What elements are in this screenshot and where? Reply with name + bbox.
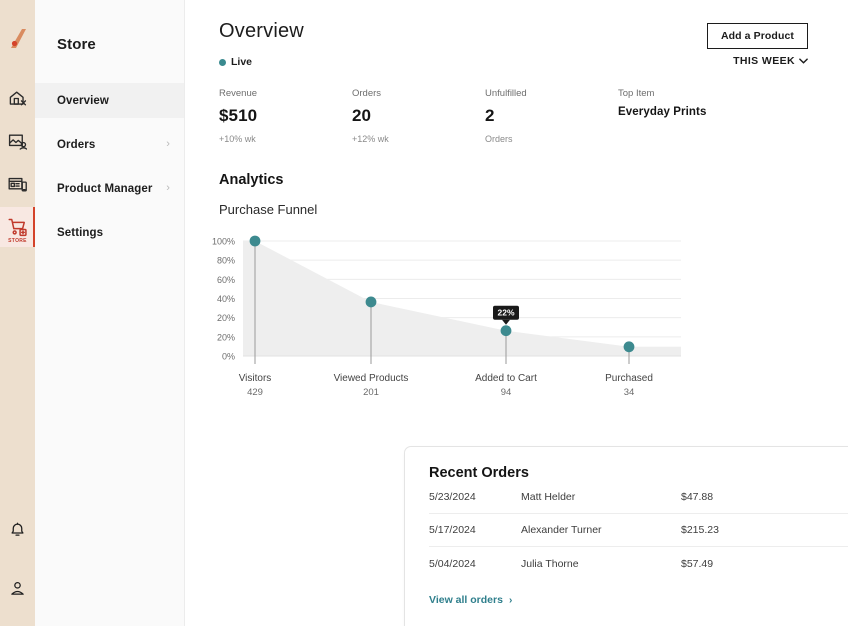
home-dashboard-icon (8, 89, 27, 108)
stat-label: Unfulfilled (485, 88, 527, 99)
sidebar-item-label: Overview (57, 94, 109, 107)
funnel-category-label: Visitors (239, 373, 272, 384)
add-product-button[interactable]: Add a Product (706, 23, 808, 49)
funnel-category-label: Viewed Products (334, 373, 409, 384)
sidebar-title: Store (57, 36, 96, 53)
funnel-svg: 100% 80% 60% 40% 20% 20% 0% Visitors 429 Viewed P… (212, 235, 681, 398)
chevron-right-icon: › (166, 182, 170, 194)
order-amount: $47.88 (681, 491, 714, 503)
order-date: 5/04/2024 (429, 557, 476, 570)
bell-icon (9, 522, 26, 539)
table-row[interactable]: 5/17/2024 Alexander Turner $215.23 › (429, 514, 848, 547)
stat-label: Top Item (618, 88, 655, 99)
funnel-category-label: Added to Cart (475, 373, 537, 384)
date-range-label: THIS WEEK (733, 55, 795, 67)
svg-text:22%: 22% (497, 308, 514, 318)
chart-title: Purchase Funnel (219, 202, 318, 217)
rail-item-site-builder[interactable] (0, 164, 35, 204)
sidebar-item-settings[interactable]: Settings (35, 215, 184, 250)
sidebar-nav: Overview Orders › Product Manager › Sett… (35, 83, 184, 250)
order-amount: $57.49 (681, 557, 714, 570)
order-customer: Alexander Turner (521, 524, 602, 536)
rail-store-label: STORE (8, 238, 27, 244)
stat-value: 20 (352, 106, 372, 125)
funnel-count-label: 34 (624, 387, 635, 398)
funnel-count-label: 201 (363, 387, 379, 398)
brand-logo[interactable] (5, 26, 31, 52)
stat-card-unfulfilled: Unfulfilled 2 Orders (485, 88, 618, 144)
funnel-data-point[interactable] (623, 341, 635, 353)
stats-row: Revenue $510 +10% wk Orders 20 +12% wk U… (185, 68, 848, 144)
site-builder-icon (8, 175, 27, 194)
stat-label: Revenue (219, 88, 258, 99)
funnel-data-point[interactable] (500, 325, 512, 337)
status-dot-icon (219, 58, 226, 66)
sidebar-item-product-manager[interactable]: Product Manager › (35, 171, 184, 206)
rail-item-home-dashboard[interactable] (0, 78, 35, 118)
status-badge: Live (219, 56, 808, 68)
chevron-right-icon: › (166, 138, 170, 150)
table-row[interactable]: 5/04/2024 Julia Thorne $57.49 › (429, 547, 848, 580)
rail-bottom-group (0, 510, 35, 626)
order-amount: $215.23 (681, 524, 719, 536)
funnel-count-label: 429 (247, 387, 263, 398)
order-customer: Matt Helder (521, 491, 576, 503)
stat-label: Orders (352, 88, 382, 99)
chart-ytick-label: 60% (217, 275, 235, 285)
purchase-funnel-chart: 100% 80% 60% 40% 20% 20% 0% Visitors 429 Viewed P… (185, 227, 848, 402)
sidebar-item-label: Orders (57, 138, 96, 151)
rail-item-store[interactable]: STORE (0, 207, 35, 247)
funnel-data-point[interactable] (365, 296, 377, 308)
app-root: STORE Store Overview Orders › Product Ma… (0, 0, 848, 626)
sidebar: Store Overview Orders › Product Manager … (35, 0, 185, 626)
view-all-orders-link[interactable]: View all orders › (405, 580, 848, 606)
stat-card-orders: Orders 20 +12% wk (352, 88, 485, 144)
order-date: 5/17/2024 (429, 524, 476, 536)
sidebar-item-label: Settings (57, 226, 104, 239)
rail-item-gallery-media[interactable] (0, 121, 35, 161)
order-customer: Julia Thorne (521, 557, 579, 570)
funnel-tooltip: 22% (493, 305, 519, 325)
sidebar-item-orders[interactable]: Orders › (35, 127, 184, 162)
rail-item-account[interactable] (0, 568, 35, 608)
funnel-category-label: Purchased (605, 373, 653, 384)
chart-ytick-label: 0% (222, 352, 235, 362)
recent-orders-title: Recent Orders (429, 465, 529, 481)
account-person-icon (9, 580, 26, 597)
stat-sublabel: Orders (485, 134, 513, 144)
chart-ytick-label: 100% (212, 237, 235, 247)
chart-ytick-label: 40% (217, 294, 235, 304)
funnel-data-point[interactable] (249, 235, 261, 247)
icon-rail: STORE (0, 0, 35, 626)
stat-value: Everyday Prints (618, 106, 707, 118)
table-row[interactable]: 5/23/2024 Matt Helder $47.88 › (429, 481, 848, 514)
store-cart-icon (8, 217, 28, 237)
stat-value: 2 (485, 106, 495, 125)
page-header: Overview Live Add a Product THIS WEEK (185, 0, 848, 68)
sidebar-item-label: Product Manager (57, 182, 153, 195)
view-all-orders-label: View all orders (429, 594, 503, 606)
stat-sublabel: +10% wk (219, 134, 256, 144)
chart-ytick-label: 80% (217, 256, 235, 266)
chart-ytick-label: 20% (217, 313, 235, 323)
stat-card-top-item: Top Item Everyday Prints (618, 88, 706, 144)
rail-item-notifications[interactable] (0, 510, 35, 550)
analytics-section-title: Analytics (219, 172, 284, 188)
stat-sublabel: +12% wk (352, 134, 389, 144)
status-label: Live (231, 56, 253, 68)
stat-value: $510 (219, 106, 258, 125)
gallery-media-icon (8, 132, 27, 151)
chart-ytick-label: 20% (217, 332, 235, 342)
date-range-selector[interactable]: THIS WEEK (733, 55, 808, 67)
stat-card-revenue: Revenue $510 +10% wk (219, 88, 352, 144)
recent-orders-card: Recent Orders 5/23/2024 Matt Helder $47.… (404, 446, 848, 626)
chevron-down-icon (799, 56, 808, 66)
order-date: 5/23/2024 (429, 491, 476, 503)
chevron-right-icon: › (508, 594, 513, 606)
funnel-count-label: 94 (501, 387, 512, 398)
sidebar-item-overview[interactable]: Overview (35, 83, 184, 118)
main-content: Overview Live Add a Product THIS WEEK Re… (185, 0, 848, 626)
